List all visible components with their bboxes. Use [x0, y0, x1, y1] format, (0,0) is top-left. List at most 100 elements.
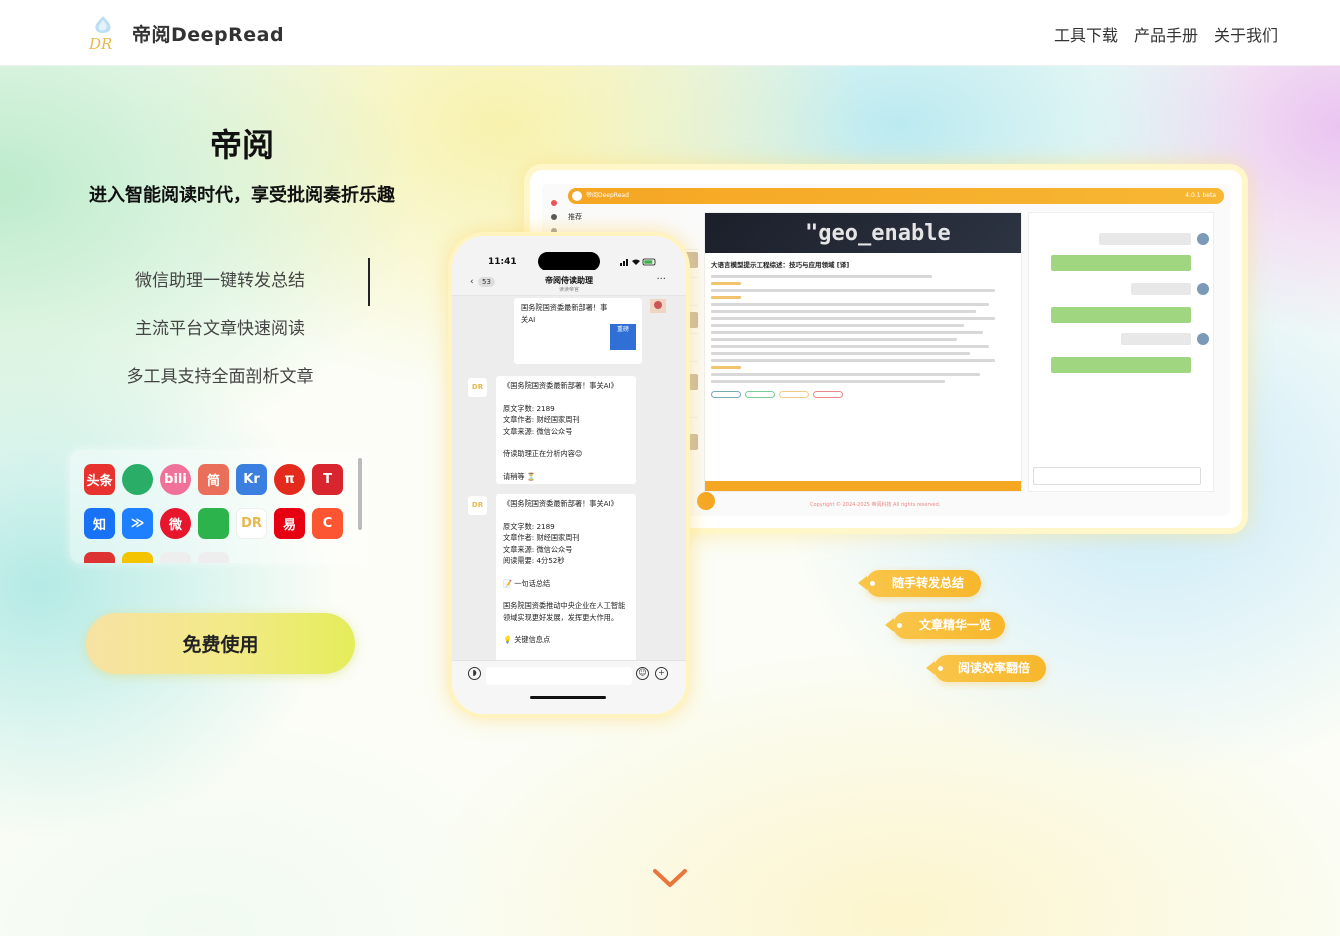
article-toolbar[interactable]: [705, 481, 1021, 491]
platform-icon-partial: [122, 552, 153, 563]
toutiao-icon[interactable]: 头条: [84, 464, 115, 495]
text-line: [711, 352, 971, 355]
assistant-answer-bubble: [1051, 255, 1191, 271]
text-line: [711, 303, 990, 306]
pill-label: 文章精华一览: [919, 618, 992, 632]
message-line: 原文字数: 2189: [503, 521, 555, 531]
feature-item-multi-tool[interactable]: 多工具支持全面剖析文章: [92, 354, 348, 402]
settings-icon: [551, 228, 557, 234]
fox-icon[interactable]: 易: [274, 508, 305, 539]
message-line: 文章作者: 财经国家周刊: [503, 415, 580, 424]
desktop-copyright: Copyright © 2024-2025 帝阅科技 All rights re…: [810, 502, 941, 508]
weibo-icon[interactable]: 微: [160, 508, 191, 539]
phone-message-input[interactable]: [486, 667, 632, 685]
message-line: 国务院国资委推动中央企业在人工智能领域实现更好发展，发挥更大作用。: [503, 601, 626, 622]
desktop-topbar: 帝阅DeepRead 4.0.1 beta: [568, 188, 1224, 204]
chat-subtitle: 读读帝官: [558, 287, 579, 293]
user-question-bubble: [1131, 283, 1191, 295]
tag-chip[interactable]: [711, 391, 741, 398]
pill-dot: [870, 581, 875, 586]
message-line: 侍读助理正在分析内容😊: [503, 449, 583, 458]
hero-subtitle: 进入智能阅读时代，享受批阅奏折乐趣: [89, 185, 395, 206]
user-avatar-icon: [650, 299, 666, 313]
article-banner-image: "geo_enable: [705, 213, 1021, 253]
plus-icon[interactable]: +: [655, 667, 668, 680]
platform-icon-partial: [160, 552, 191, 563]
message-line: 文章来源: 微信公众号: [503, 426, 573, 436]
bilibili-icon[interactable]: bili: [160, 464, 191, 495]
nav-tool-download[interactable]: 工具下载: [1054, 22, 1118, 46]
nav-about-us[interactable]: 关于我们: [1214, 22, 1278, 46]
emoji-icon[interactable]: ☺: [636, 667, 649, 680]
phone-chat-body: 国务院国资委最新部署！事关AI 重磅 DR 《国务院国资委最新部署！事关AI》 …: [452, 296, 686, 660]
hero-title: 帝阅: [209, 126, 274, 164]
app-logo-icon: [572, 191, 582, 201]
phone-dynamic-island: [538, 252, 600, 271]
zhihu-icon[interactable]: 知: [84, 508, 115, 539]
assistant-answer-bubble: [1051, 307, 1191, 323]
platform-icon-grid: 头条 bili 简 Kr π T 知 ≫ 微 DR 易 C: [84, 464, 346, 563]
user-avatar: [1197, 283, 1209, 295]
wechat-icon[interactable]: [122, 464, 153, 495]
message-line: 阅读需要: 4分52秒: [503, 556, 565, 565]
deepread-logo-icon[interactable]: DR: [86, 14, 120, 52]
user-avatar: [650, 298, 666, 313]
text-line: [711, 345, 990, 348]
more-options-icon[interactable]: ···: [656, 274, 666, 285]
message-line: 请稍等 ⏳: [503, 471, 536, 481]
bot-message-card: 《国务院国资委最新部署！事关AI》 原文字数: 2189 文章作者: 财经国家周…: [496, 376, 636, 484]
user-avatar: [1197, 233, 1209, 245]
phone-status-bar: 11:41: [452, 236, 686, 271]
nav-product-manual[interactable]: 产品手册: [1134, 22, 1198, 46]
feature-item-platform-reading[interactable]: 主流平台文章快速阅读: [92, 306, 348, 354]
top-header: DR 帝阅DeepRead 工具下载 产品手册 关于我们: [0, 0, 1340, 66]
tag-forward-summary: 随手转发总结: [858, 570, 981, 597]
phone-time: 11:41: [488, 257, 517, 267]
tag-chip[interactable]: [779, 391, 809, 398]
pill-dot: [897, 623, 902, 628]
pi-icon[interactable]: π: [274, 464, 305, 495]
feature-item-wechat-forward[interactable]: 微信助理一键转发总结: [92, 258, 348, 306]
36kr-icon[interactable]: Kr: [236, 464, 267, 495]
phone-input-bar: ◗ ☺ +: [452, 660, 686, 714]
phone-home-indicator: [530, 696, 606, 699]
scroll-down-chevron-icon[interactable]: [651, 866, 689, 890]
platform-panel-scrollbar[interactable]: [358, 458, 362, 530]
text-line: [711, 310, 977, 313]
platform-icon-partial: [84, 552, 115, 563]
desktop-version: 4.0.1 beta: [1185, 192, 1216, 199]
deepread-icon[interactable]: DR: [236, 508, 267, 539]
article-title: 大语言模型提示工程综述：技巧与应用领域 [译]: [711, 261, 850, 269]
platform-icon-panel: 头条 bili 简 Kr π T 知 ≫ 微 DR 易 C: [70, 450, 368, 563]
pill-label: 随手转发总结: [892, 576, 965, 590]
voice-icon[interactable]: ◗: [468, 667, 481, 680]
tag-article-essence: 文章精华一览: [885, 612, 1005, 639]
message-title: 《国务院国资委最新部署！事关AI》: [503, 381, 618, 390]
tag-chip[interactable]: [813, 391, 843, 398]
user-avatar: [1197, 333, 1209, 345]
logo-text: DR: [88, 35, 112, 52]
text-line: [711, 324, 964, 327]
tag-chip[interactable]: [745, 391, 775, 398]
book-icon: [551, 214, 557, 220]
juejin-icon[interactable]: ≫: [122, 508, 153, 539]
jianshu-icon[interactable]: 简: [198, 464, 229, 495]
csdn-icon[interactable]: C: [312, 508, 343, 539]
free-use-button[interactable]: 免费使用: [86, 613, 355, 674]
user-question-bubble: [1121, 333, 1191, 345]
section-heading: [711, 282, 741, 285]
shared-article-card[interactable]: 国务院国资委最新部署！事关AI 重磅: [514, 298, 642, 364]
text-line: [711, 338, 958, 341]
message-line: 文章来源: 微信公众号: [503, 544, 573, 554]
section-heading: [711, 296, 741, 299]
pill-label: 阅读效率翻倍: [958, 661, 1031, 675]
message-line: 💡 关键信息点: [503, 635, 551, 644]
tf-icon[interactable]: T: [312, 464, 343, 495]
brand-name[interactable]: 帝阅DeepRead: [132, 20, 284, 47]
message-line: 原文字数: 2189: [503, 403, 555, 413]
feather-icon[interactable]: [198, 508, 229, 539]
article-badge: 重磅: [610, 324, 636, 350]
desktop-article-view: "geo_enable 大语言模型提示工程综述：技巧与应用领域 [译]: [704, 212, 1022, 492]
desktop-chat-input[interactable]: [1033, 467, 1201, 485]
desktop-add-button[interactable]: [697, 492, 715, 510]
